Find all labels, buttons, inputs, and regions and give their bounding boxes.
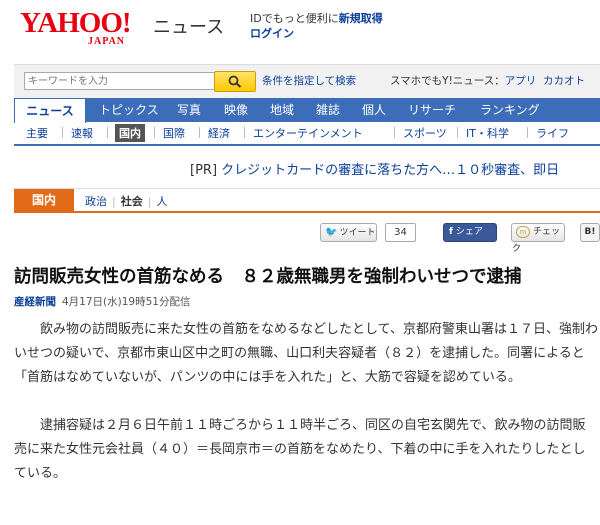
divider bbox=[244, 127, 245, 138]
sub-nav: 主要 速報 国内 国際 経済 エンターテインメント スポーツ IT・科学 ライフ bbox=[14, 122, 600, 146]
pr-ad-link[interactable]: [PR] クレジットカードの審査に落ちた方へ…１０秒審査、即日 bbox=[190, 159, 559, 178]
divider bbox=[527, 127, 528, 138]
nav-ranking[interactable]: ランキング bbox=[480, 98, 540, 122]
section-title[interactable]: ニュース bbox=[153, 13, 224, 39]
tweet-button[interactable]: 🐦 ツイート bbox=[320, 223, 377, 242]
twitter-bird-icon: 🐦 bbox=[325, 227, 338, 238]
pr-tag: [PR] bbox=[190, 163, 218, 178]
divider bbox=[14, 188, 600, 189]
search-input[interactable] bbox=[24, 72, 218, 90]
subnav-domestic[interactable]: 国内 bbox=[115, 124, 145, 142]
nav-region[interactable]: 地域 bbox=[270, 98, 294, 122]
divider bbox=[154, 127, 155, 138]
id-promo: IDでもっと便利に新規取得 bbox=[250, 10, 383, 26]
category-badge[interactable]: 国内 bbox=[14, 189, 74, 211]
mixi-check-button[interactable]: m チェック bbox=[511, 223, 565, 254]
smartphone-promo: スマホでもY!ニュース：アプリ カカオト bbox=[390, 73, 585, 88]
divider bbox=[199, 127, 200, 138]
separator: | bbox=[112, 195, 116, 208]
sp-link-app[interactable]: アプリ bbox=[505, 75, 537, 87]
nav-news[interactable]: ニュース bbox=[14, 98, 86, 123]
yahoo-japan-logo[interactable]: YAHOO! JAPAN bbox=[20, 7, 132, 47]
tweet-label: ツイート bbox=[339, 228, 376, 238]
logo-sub: JAPAN bbox=[88, 36, 126, 47]
category-underline bbox=[14, 211, 600, 213]
login-link[interactable]: ログイン bbox=[250, 25, 294, 41]
facebook-share-button[interactable]: f シェア bbox=[443, 223, 497, 242]
nav-individual[interactable]: 個人 bbox=[362, 98, 386, 122]
nav-topics[interactable]: トピックス bbox=[99, 98, 159, 122]
category-links: 政治 | 社会 | 人 bbox=[85, 193, 167, 209]
subnav-breaking[interactable]: 速報 bbox=[71, 125, 93, 141]
subnav-entertainment[interactable]: エンターテインメント bbox=[253, 125, 363, 141]
article-headline: 訪問販売女性の首筋なめる ８２歳無職男を強制わいせつで逮捕 bbox=[14, 267, 522, 287]
category-people[interactable]: 人 bbox=[156, 195, 167, 208]
signup-link[interactable]: 新規取得 bbox=[339, 12, 383, 25]
divider bbox=[394, 127, 395, 138]
facebook-label: シェア bbox=[455, 227, 483, 237]
nav-research[interactable]: リサーチ bbox=[408, 98, 456, 122]
tweet-count: 34 bbox=[385, 223, 416, 242]
divider bbox=[107, 127, 108, 138]
divider bbox=[62, 127, 63, 138]
sp-link-kakao[interactable]: カカオト bbox=[543, 75, 585, 87]
article-body: 飲み物の訪問販売に来た女性の首筋をなめるなどしたとして、京都府警東山署は１７日、… bbox=[14, 318, 598, 486]
separator: | bbox=[147, 195, 152, 208]
hatena-bookmark-button[interactable]: B! bbox=[580, 223, 600, 242]
category-society[interactable]: 社会 bbox=[121, 195, 143, 208]
id-promo-text: IDでもっと便利に bbox=[250, 12, 339, 25]
subnav-economy[interactable]: 経済 bbox=[208, 125, 230, 141]
subnav-international[interactable]: 国際 bbox=[163, 125, 185, 141]
divider bbox=[457, 127, 458, 138]
article-date: 4月17日(水)19時51分配信 bbox=[62, 296, 191, 308]
sp-prefix: スマホでもY!ニュース： bbox=[390, 75, 505, 87]
subnav-life[interactable]: ライフ bbox=[536, 125, 569, 141]
nav-magazines[interactable]: 雑誌 bbox=[316, 98, 340, 122]
search-icon bbox=[228, 75, 242, 88]
facebook-icon: f bbox=[449, 227, 453, 237]
category-politics[interactable]: 政治 bbox=[85, 195, 107, 208]
nav-video[interactable]: 映像 bbox=[224, 98, 248, 122]
pr-text[interactable]: クレジットカードの審査に落ちた方へ…１０秒審査、即日 bbox=[221, 163, 559, 178]
article-source-link[interactable]: 産経新聞 bbox=[14, 296, 56, 308]
main-nav: ニュース トピックス 写真 映像 地域 雑誌 個人 リサーチ ランキング bbox=[14, 98, 600, 123]
search-button[interactable] bbox=[214, 71, 256, 92]
article-paragraph: 逮捕容疑は２月６日午前１１時ごろから１１時半ごろ、同区の自宅玄関先で、飲み物の訪… bbox=[14, 418, 586, 481]
subnav-it-science[interactable]: IT・科学 bbox=[466, 125, 509, 141]
subnav-main[interactable]: 主要 bbox=[26, 125, 48, 141]
advanced-search-link[interactable]: 条件を指定して検索 bbox=[262, 73, 356, 88]
article-paragraph: 飲み物の訪問販売に来た女性の首筋をなめるなどしたとして、京都府警東山署は１７日、… bbox=[14, 322, 598, 385]
mixi-icon: m bbox=[516, 226, 530, 238]
nav-photos[interactable]: 写真 bbox=[177, 98, 201, 122]
article-meta: 産経新聞 4月17日(水)19時51分配信 bbox=[14, 294, 190, 309]
subnav-sports[interactable]: スポーツ bbox=[403, 125, 447, 141]
logo-text: YAHOO! bbox=[20, 7, 132, 39]
